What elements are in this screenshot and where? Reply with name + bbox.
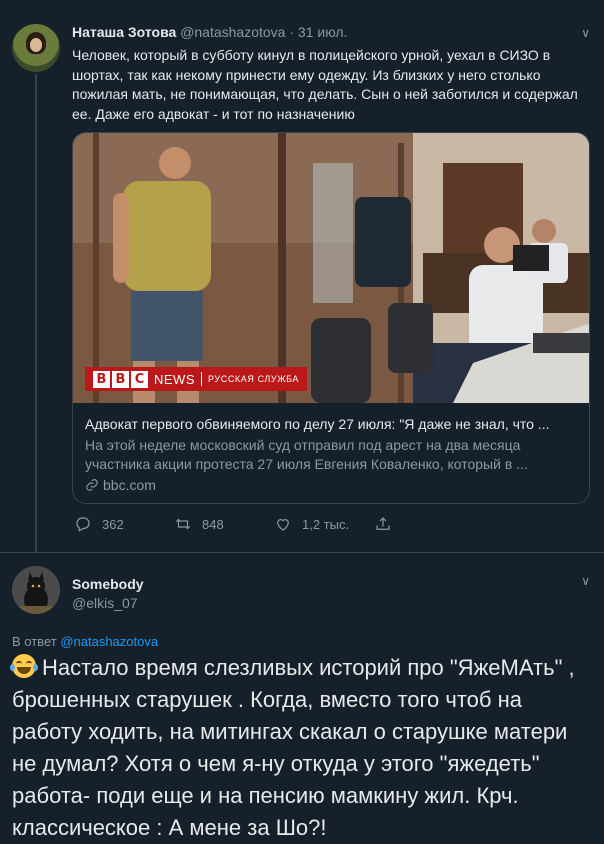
link-card[interactable]: BBC NEWS РУССКАЯ СЛУЖБА Адвокат первого … <box>72 132 590 504</box>
avatar[interactable] <box>12 566 60 614</box>
retweet-button[interactable]: 848 <box>174 515 274 533</box>
reply-mention-link[interactable]: @natashazotova <box>60 634 158 649</box>
avatar[interactable] <box>12 24 60 72</box>
author-name[interactable]: Наташа Зотова <box>72 24 176 40</box>
card-description: На этой неделе московский суд отправил п… <box>85 437 528 472</box>
share-icon <box>376 517 390 530</box>
tweet-header: Наташа Зотова @natashazotova · 31 июл. <box>72 24 347 40</box>
reply-text-block: Настало время слезливых историй про "Яже… <box>10 652 592 844</box>
like-button[interactable]: 1,2 тыс. <box>274 515 374 533</box>
reply-author-name[interactable]: Somebody <box>72 576 144 592</box>
link-icon <box>86 479 98 491</box>
retweet-count: 848 <box>202 516 224 532</box>
reply-count: 362 <box>102 516 124 532</box>
banner-separator <box>201 372 202 386</box>
card-image: BBC NEWS РУССКАЯ СЛУЖБА <box>73 133 589 403</box>
reply-icon <box>76 517 90 532</box>
reply-prefix: В ответ <box>12 634 57 649</box>
bbc-logo: BBC <box>93 370 148 388</box>
tweet-text: Человек, который в субботу кинул в полиц… <box>72 47 578 122</box>
thread-line <box>35 74 37 552</box>
divider <box>0 552 604 553</box>
card-body: Адвокат первого обвиняемого по делу 27 и… <box>73 403 589 503</box>
card-domain: bbc.com <box>103 477 156 493</box>
tears-of-joy-emoji <box>10 654 38 678</box>
bbc-news-banner: BBC NEWS РУССКАЯ СЛУЖБА <box>85 367 308 391</box>
tweet[interactable]: Наташа Зотова @natashazotova · 31 июл. ∨… <box>0 0 604 552</box>
card-title: Адвокат первого обвиняемого по делу 27 и… <box>85 416 550 432</box>
chevron-down-icon[interactable]: ∨ <box>581 574 590 588</box>
chevron-down-icon[interactable]: ∨ <box>581 26 590 40</box>
card-link[interactable]: bbc.com <box>85 477 579 493</box>
author-handle[interactable]: @natashazotova <box>180 24 285 40</box>
like-icon <box>277 519 289 531</box>
tweet-actions: 362 848 1,2 тыс. <box>74 515 414 533</box>
bbc-news-label: NEWS <box>154 371 195 387</box>
retweet-icon <box>175 518 191 530</box>
share-button[interactable] <box>374 515 414 533</box>
tweet-date[interactable]: · 31 июл. <box>289 24 347 40</box>
reply-button[interactable]: 362 <box>74 515 174 533</box>
reply-context: В ответ @natashazotova <box>12 634 158 649</box>
reply-text: Настало время слезливых историй про "Яже… <box>12 655 575 840</box>
bbc-service-label: РУССКАЯ СЛУЖБА <box>208 374 300 384</box>
reply-author-handle[interactable]: @elkis_07 <box>72 595 138 611</box>
like-count: 1,2 тыс. <box>302 516 350 532</box>
